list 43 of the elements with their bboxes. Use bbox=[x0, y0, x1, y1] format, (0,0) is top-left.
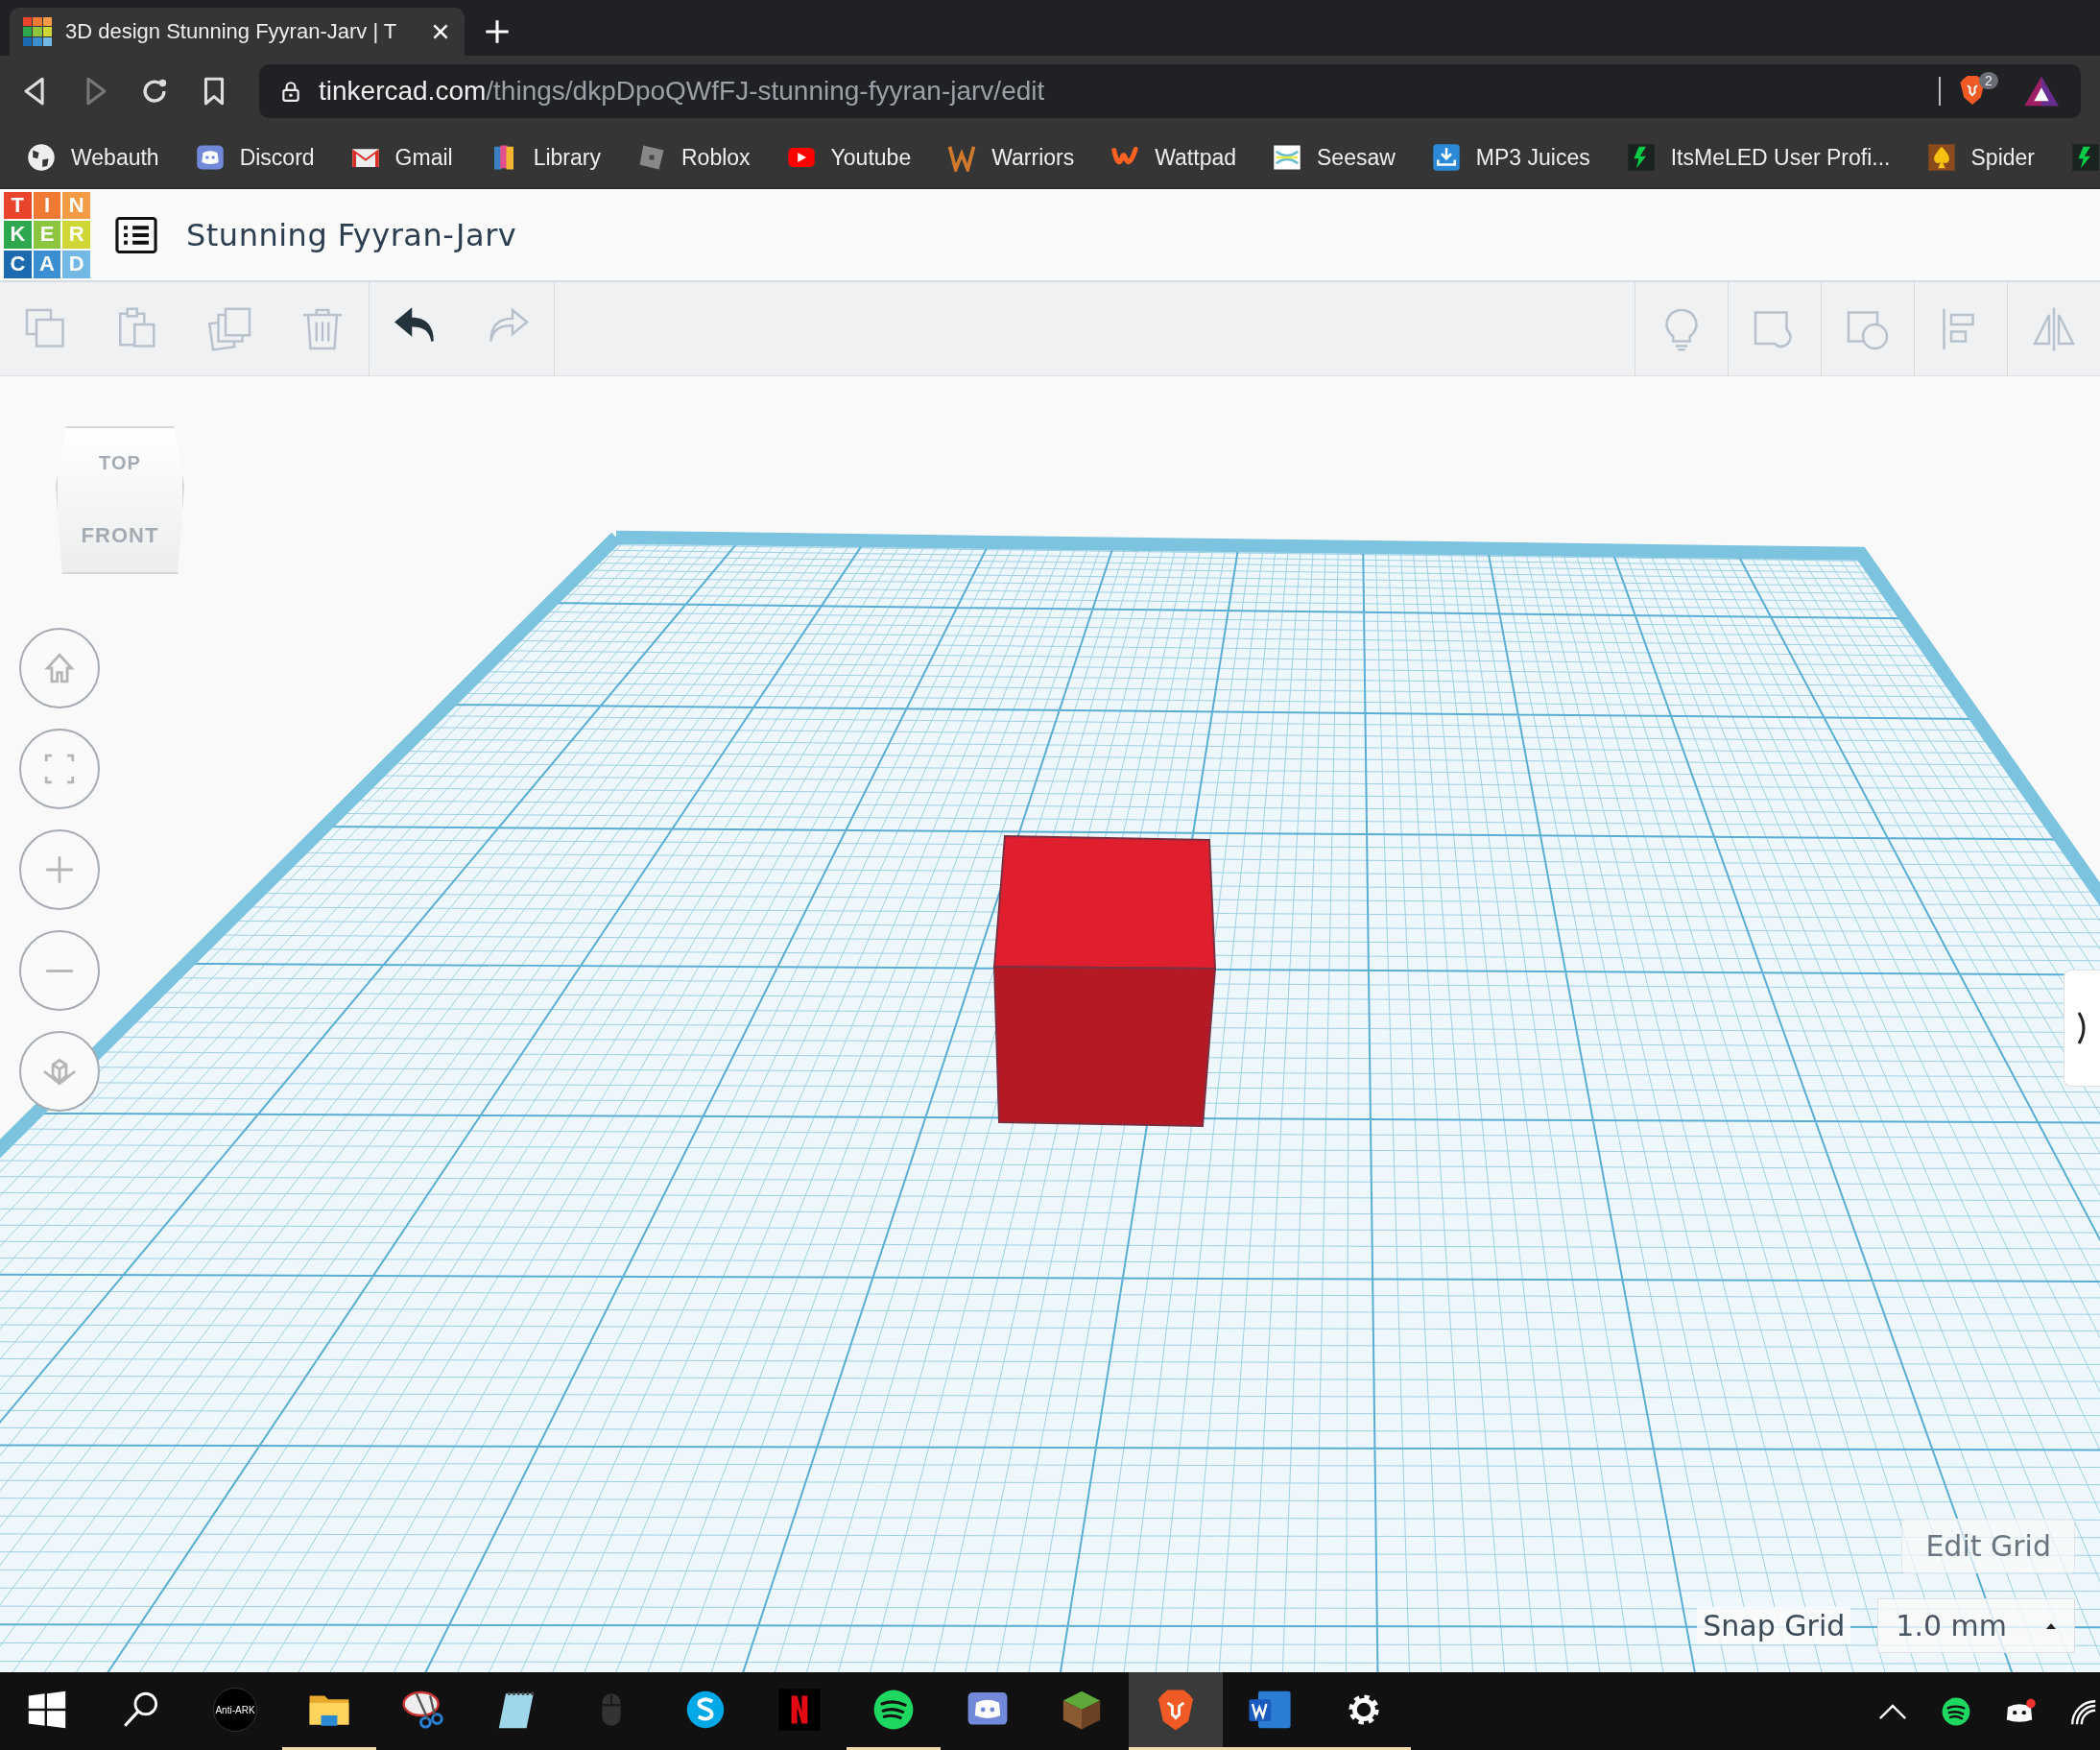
globe-icon bbox=[27, 143, 56, 172]
anti-ark-logo: Anti-ARK bbox=[213, 1688, 257, 1732]
bookmark-link[interactable]: Youtube bbox=[786, 143, 912, 172]
bookmark-link[interactable]: Warriors bbox=[947, 143, 1075, 172]
minus-icon bbox=[45, 968, 74, 973]
design-title[interactable]: Stunning Fyyran-Jarv bbox=[186, 216, 517, 253]
snap-grid-label: Snap Grid bbox=[1697, 1607, 1851, 1644]
lightning-logo-icon bbox=[1626, 143, 1656, 172]
bookmark-link[interactable]: ItsMeLED User Profi... bbox=[1626, 143, 1891, 172]
spade-icon bbox=[1926, 143, 1956, 172]
bookmark-link[interactable]: Gmail bbox=[350, 143, 453, 172]
bookmark-link[interactable]: Discord bbox=[195, 143, 315, 172]
edit-grid-button[interactable]: Edit Grid bbox=[1901, 1519, 2075, 1573]
bookmark-link[interactable]: MP3 Juices bbox=[1431, 143, 1590, 172]
bookmark-link[interactable]: Seesaw bbox=[1273, 143, 1396, 172]
panel-toggle-button[interactable] bbox=[2064, 970, 2100, 1087]
snap-grid-dropdown[interactable]: 1.0 mm bbox=[1877, 1598, 2075, 1653]
tab-title: 3D design Stunning Fyyran-Jarv | T bbox=[65, 19, 398, 44]
lock-icon bbox=[280, 80, 301, 103]
bookmark-link[interactable] bbox=[2071, 143, 2100, 172]
box-shape[interactable] bbox=[992, 834, 1217, 1128]
tinkercad-logo[interactable]: T I N K E R C A D bbox=[4, 191, 90, 278]
shield-count-badge: 2 bbox=[1979, 72, 1998, 89]
bookmark-link[interactable]: Library bbox=[489, 143, 601, 172]
bookmark-link[interactable]: Wattpad bbox=[1110, 143, 1236, 172]
bookmark-link[interactable]: Spider bbox=[1926, 143, 2035, 172]
url-text: tinkercad.com/things/dkpDpoQWfFJ-stunning-fyyran-jarv/edit bbox=[319, 76, 1046, 107]
tinkercad-favicon-icon bbox=[23, 17, 52, 46]
taskbar-app[interactable]: Anti-ARK bbox=[188, 1672, 282, 1750]
bookmark-link[interactable]: Roblox bbox=[637, 143, 751, 172]
seesaw-logo-icon bbox=[1273, 143, 1301, 172]
triangle-logo-icon[interactable] bbox=[2023, 75, 2060, 108]
game-controller-icon bbox=[195, 143, 225, 172]
download-icon bbox=[1431, 143, 1461, 172]
new-tab-icon[interactable] bbox=[484, 18, 511, 45]
bookmark-link[interactable]: Webauth bbox=[27, 143, 159, 172]
address-bar[interactable]: tinkercad.com/things/dkpDpoQWfFJ-stunning-fyyran-jarv/edit 2 bbox=[259, 64, 2081, 118]
letter-n-icon bbox=[776, 1687, 823, 1733]
browser-tab[interactable]: 3D design Stunning Fyyran-Jarv | T bbox=[10, 8, 465, 56]
letter-w-icon bbox=[947, 143, 977, 172]
taskbar-app[interactable] bbox=[1129, 1672, 1223, 1750]
list-icon[interactable] bbox=[115, 215, 157, 254]
caret-up-icon bbox=[2045, 1621, 2057, 1630]
